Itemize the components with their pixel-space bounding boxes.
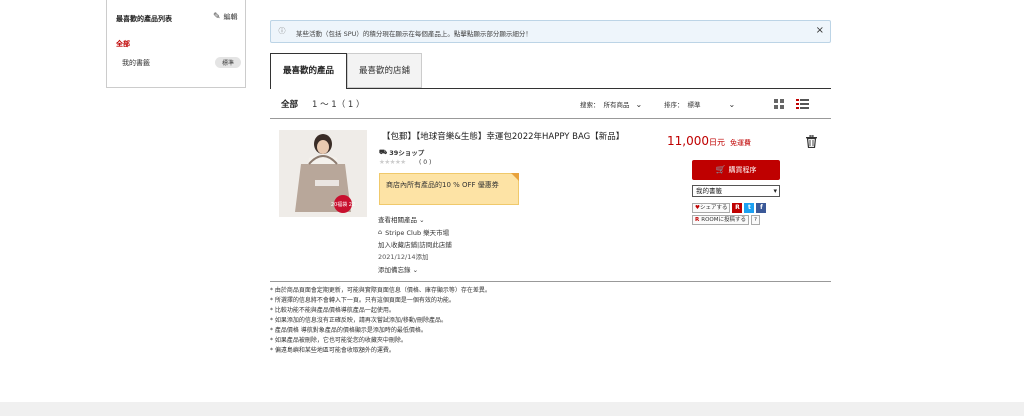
filter-all-label: 全部 [281, 100, 299, 110]
chevron-down-icon: ⌄ [412, 266, 419, 274]
bookmark-select[interactable]: 我的書籤 ▾ [692, 185, 780, 197]
share-label: シェアする [699, 205, 728, 211]
sort-filter: 排序： 標準 ⌄ [664, 99, 736, 110]
tab-favorite-shops[interactable]: 最喜歡的店鋪 [347, 53, 422, 88]
result-range: 1 ～ 1（ 1 ） [312, 100, 365, 110]
sort-label: 排序： [664, 101, 684, 109]
add-favorite-store-link[interactable]: 加入收藏店鋪 [378, 241, 417, 249]
share-button[interactable]: ♥シェアする [692, 203, 731, 213]
status-badge: 標準 [215, 57, 242, 68]
price-unit: 日元 [709, 138, 725, 147]
shop-link[interactable]: ⛟ 39ショップ [379, 147, 425, 158]
price-value: 11,000 [667, 134, 709, 148]
rating-stars: ★★★★★ [379, 158, 406, 166]
visit-store-link[interactable]: 訪問此店鋪 [419, 241, 452, 249]
note-item: * 所選擇的信息將不會轉入下一頁。只有這個頁面是一個有效的功能。 [270, 297, 455, 304]
buy-button[interactable]: 🛒 購買程序 [692, 160, 780, 180]
store-actions: 加入收藏店鋪|訪問此店鋪 [378, 239, 452, 249]
review-count-link[interactable]: ( 0 ) [419, 159, 431, 166]
chevron-down-icon: ▾ [773, 187, 777, 195]
list-view-icon[interactable] [796, 99, 809, 110]
room-icon: R [695, 216, 700, 223]
add-memo-label: 添加備忘錄 [378, 266, 411, 274]
grid-view-icon[interactable] [774, 99, 785, 109]
note-item: * 產品價格 導航對象產品的價格顯示是添加時的最低價格。 [270, 327, 427, 334]
trash-icon[interactable] [806, 133, 817, 149]
buy-label: 購買程序 [728, 166, 757, 174]
facebook-icon[interactable]: f [756, 203, 767, 213]
edit-label: 編輯 [223, 13, 238, 21]
shop-icon: ⛟ [379, 147, 388, 156]
sidebar-item-all[interactable]: 全部 [116, 39, 130, 49]
list-divider [270, 281, 831, 282]
note-item: * 如果產品被刪除，它也可能從您的收藏夾中刪除。 [270, 337, 407, 344]
close-icon[interactable]: × [816, 25, 824, 36]
sidebar-title: 最喜歡的產品列表 [116, 15, 172, 23]
info-icon: ⓘ [278, 27, 286, 35]
notes-list: * 由於商品頁面會定期更新，可能與實際頁面信息（價格、庫存顯示等）存在差異。 *… [270, 286, 491, 356]
product-image[interactable]: 20福袋 22 [279, 130, 367, 217]
chevron-down-icon: ⌄ [635, 99, 643, 109]
chevron-down-icon: ⌄ [419, 216, 425, 224]
free-shipping-label: 免運費 [730, 139, 751, 147]
store-name: Stripe Club 樂天市場 [385, 229, 450, 237]
sort-select[interactable]: 標準 ⌄ [687, 99, 736, 110]
favorites-sidebar: 最喜歡的產品列表 ✎ 編輯 全部 我的書籤 標準 [106, 0, 246, 88]
chevron-down-icon: ⌄ [728, 99, 736, 109]
product-title-link[interactable]: 【包郵】【地球音樂&生態】幸運包2022年HAPPY BAG【新品】 [382, 130, 644, 142]
coupon-banner[interactable]: 商店內所有產品的10 % OFF 優惠券 [379, 173, 519, 205]
tab-favorite-products[interactable]: 最喜歡的產品 [270, 53, 347, 89]
info-notice: ⓘ 某些活動（包括 SPU）的積分現在顯示在每個產品上。點擊點顯示部分顯示細分！… [270, 20, 831, 43]
pencil-icon: ✎ [213, 12, 221, 22]
notice-text: 某些活動（包括 SPU）的積分現在顯示在每個產品上。點擊點顯示部分顯示細分！ [296, 30, 532, 38]
note-item: * 比較功能不能與產品價格導航產品一起使用。 [270, 307, 395, 314]
related-products-link[interactable]: 查看相關產品 ⌄ [378, 214, 425, 224]
twitter-icon[interactable]: t [744, 203, 755, 213]
rakuten-icon[interactable]: R [732, 203, 743, 213]
search-filter-select[interactable]: 所有商品 ⌄ [603, 99, 643, 110]
search-filter-label: 搜索： [580, 101, 600, 109]
store-link[interactable]: ⌂ Stripe Club 樂天市場 [378, 227, 449, 237]
shop-name: 39ショップ [389, 149, 425, 157]
note-item: * 如果添加的信息沒有正確反映，請再次嘗試添加/移動/刪除產品。 [270, 317, 447, 324]
toolbar-divider [270, 118, 831, 119]
search-filter-value: 所有商品 [603, 101, 630, 109]
sidebar-item-bookmarks[interactable]: 我的書籤 [122, 58, 150, 68]
share-row: ♥シェアする R t f [692, 203, 767, 213]
room-post-button[interactable]: R ROOMに投稿する [692, 215, 749, 225]
related-products-label: 查看相關產品 [378, 216, 417, 224]
room-label: ROOMに投稿する [701, 216, 746, 223]
note-item: * 由於商品頁面會定期更新，可能與實際頁面信息（價格、庫存顯示等）存在差異。 [270, 287, 491, 294]
note-item: * 偏遠島嶼和某些地區可能會收取額外的運費。 [270, 347, 395, 354]
store-icon: ⌂ [378, 228, 383, 236]
add-memo-link[interactable]: 添加備忘錄 ⌄ [378, 264, 418, 274]
cart-icon: 🛒 [715, 165, 726, 174]
page-footer [0, 402, 1024, 416]
edit-button[interactable]: ✎ 編輯 [213, 12, 238, 22]
product-price: 11,000日元 免運費 [667, 134, 751, 148]
search-filter: 搜索： 所有商品 ⌄ [580, 99, 643, 110]
help-button[interactable]: ? [750, 215, 760, 225]
room-row: R ROOMに投稿する ? [692, 215, 760, 225]
coupon-text: 商店內所有產品的10 % OFF 優惠券 [386, 181, 499, 189]
tab-divider [270, 88, 831, 89]
bookmark-select-value: 我的書籤 [696, 187, 722, 195]
coupon-corner [511, 173, 519, 181]
sort-value: 標準 [687, 101, 701, 109]
sticker-text: 20福袋 22 [331, 201, 355, 208]
added-date: 2021/12/14添加 [378, 253, 429, 261]
